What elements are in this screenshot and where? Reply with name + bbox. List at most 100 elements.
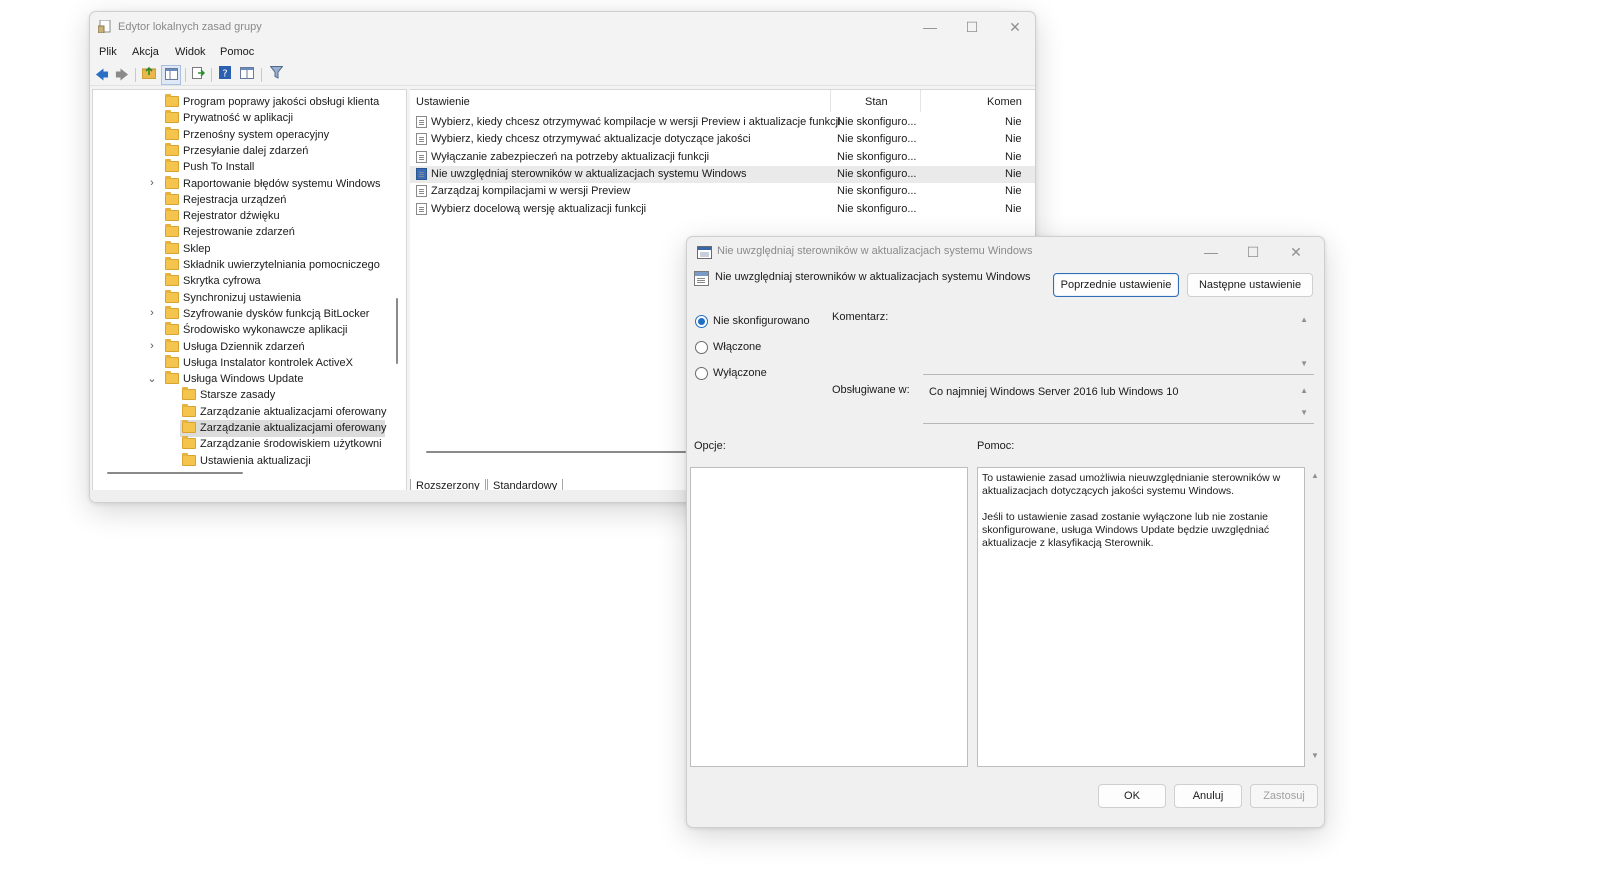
radio-dot[interactable] — [695, 341, 708, 354]
apply-button[interactable]: Zastosuj — [1250, 784, 1318, 808]
tree-item[interactable]: ⌄ Usługa Windows Update — [147, 371, 393, 388]
policy-row[interactable]: Nie uwzględniaj sterowników w aktualizac… — [410, 165, 1035, 183]
previous-setting-button[interactable]: Poprzednie ustawienie — [1053, 273, 1179, 297]
expand-chevron-icon[interactable]: › — [147, 177, 157, 189]
help-scroll-down-arrow-icon[interactable]: ▼ — [1311, 751, 1319, 760]
export-list-icon[interactable] — [188, 65, 208, 85]
close-button[interactable]: ✕ — [1000, 16, 1030, 38]
tree-item[interactable]: Zarządzanie aktualizacjami oferowany — [180, 403, 387, 421]
tree-item-label: Usługa Instalator kontrolek ActiveX — [183, 356, 353, 369]
folder-icon — [182, 403, 196, 417]
policy-name: Zarządzaj kompilacjami w wersji Preview — [431, 185, 631, 198]
menu-widok[interactable]: Widok — [175, 46, 206, 58]
tree-item[interactable]: Przesyłanie dalej zdarzeń — [163, 142, 393, 160]
policy-comment: Nie — [1005, 150, 1022, 163]
supported-on-field: Co najmniej Windows Server 2016 lub Wind… — [923, 380, 1314, 424]
tree-item[interactable]: Zarządzanie środowiskiem użytkowni — [180, 436, 385, 453]
menu-akcja[interactable]: Akcja — [132, 46, 159, 58]
tree-item[interactable]: Usługa Instalator kontrolek ActiveX — [163, 354, 393, 372]
policy-row[interactable]: Wyłączanie zabezpieczeń na potrzeby aktu… — [410, 149, 1035, 166]
policy-state: Nie skonfiguro... — [837, 185, 917, 198]
up-folder-icon[interactable] — [139, 65, 159, 85]
tree-item-label: Raportowanie błędów systemu Windows — [183, 177, 381, 190]
policy-row[interactable]: Zarządzaj kompilacjami w wersji Preview N… — [410, 183, 1035, 200]
list-horizontal-scrollbar[interactable] — [426, 451, 686, 453]
expand-chevron-icon[interactable]: ⌄ — [147, 372, 157, 385]
ok-button[interactable]: OK — [1098, 784, 1166, 808]
dialog-maximize-button[interactable]: ☐ — [1238, 241, 1268, 263]
tree-item[interactable]: Program poprawy jakości obsługi klienta — [163, 94, 393, 111]
policy-row[interactable]: Wybierz docelową wersję aktualizacji fun… — [410, 201, 1035, 218]
expand-chevron-icon[interactable]: › — [147, 340, 157, 352]
help-paragraph: Jeśli to ustawienie zasad zostanie wyłąc… — [982, 511, 1270, 549]
tree-item[interactable]: Skrytka cyfrowa — [163, 273, 393, 290]
tree-item[interactable]: Rejestracja urządzeń — [163, 191, 393, 209]
scroll-down-arrow-icon[interactable]: ▼ — [1300, 408, 1308, 417]
tree-item[interactable]: Ustawienia aktualizacji — [180, 452, 385, 470]
tree-pane[interactable]: Program poprawy jakości obsługi klienta P… — [92, 89, 407, 491]
tree-item[interactable]: Środowisko wykonawcze aplikacji — [163, 322, 393, 339]
tree-item[interactable]: Zarządzanie aktualizacjami oferowany — [180, 420, 386, 437]
back-arrow-icon[interactable]: 🡄 — [92, 65, 112, 85]
help-panel: To ustawienie zasad umożliwia nieuwzględ… — [977, 467, 1305, 767]
dialog-close-button[interactable]: ✕ — [1281, 241, 1311, 263]
dialog-title-bar[interactable]: Nie uwzględniaj sterowników w aktualizac… — [687, 237, 1324, 267]
comment-field[interactable]: ▲ ▼ — [923, 309, 1314, 375]
scroll-down-arrow-icon[interactable]: ▼ — [1300, 359, 1308, 368]
tree-item[interactable]: Składnik uwierzytelniania pomocniczego — [163, 257, 393, 274]
policy-setting-icon — [416, 167, 427, 180]
policy-setting-dialog: Nie uwzględniaj sterowników w aktualizac… — [686, 236, 1325, 828]
tree-item[interactable]: › Usługa Dziennik zdarzeń — [150, 338, 393, 356]
folder-icon — [165, 257, 179, 270]
tree-item-label: Zarządzanie aktualizacjami oferowany — [200, 405, 387, 418]
dialog-minimize-button[interactable]: — — [1196, 241, 1226, 263]
tree-item[interactable]: Rejestrowanie zdarzeń — [163, 224, 393, 241]
policy-name: Wybierz docelową wersję aktualizacji fun… — [431, 202, 647, 215]
tree-item[interactable]: › Raportowanie błędów systemu Windows — [150, 175, 393, 193]
tree-item-label: Przenośny system operacyjny — [183, 128, 330, 141]
help-icon[interactable]: ? — [215, 65, 235, 85]
help-scroll-up-arrow-icon[interactable]: ▲ — [1311, 471, 1319, 480]
tree-vertical-scrollbar[interactable] — [396, 298, 398, 364]
tree-item[interactable]: Prywatność w aplikacji — [163, 110, 393, 127]
folder-icon — [165, 371, 179, 385]
filter-icon[interactable] — [266, 65, 286, 85]
tree-item-label: Prywatność w aplikacji — [183, 112, 294, 125]
tree-item[interactable]: Sklep — [163, 240, 393, 258]
policy-state: Nie skonfiguro... — [837, 150, 917, 163]
radio-dot[interactable] — [695, 315, 708, 328]
maximize-button[interactable]: ☐ — [957, 16, 987, 38]
tree-item[interactable]: Rejestrator dźwięku — [163, 208, 393, 225]
tree-item[interactable]: Starsze zasady — [180, 387, 385, 404]
column-header-comment[interactable]: Komen — [987, 96, 1022, 108]
scroll-up-arrow-icon[interactable]: ▲ — [1300, 315, 1308, 324]
radio-label: Włączone — [713, 341, 762, 353]
folder-icon — [165, 159, 179, 173]
supported-on-value: Co najmniej Windows Server 2016 lub Wind… — [929, 386, 1179, 398]
policy-setting-icon — [416, 185, 427, 198]
scroll-up-arrow-icon[interactable]: ▲ — [1300, 386, 1308, 395]
tree-item[interactable]: Push To Install — [163, 159, 393, 176]
policy-row[interactable]: Wybierz, kiedy chcesz otrzymywać kompila… — [410, 114, 1035, 131]
forward-arrow-icon[interactable]: 🡆 — [112, 65, 132, 85]
cancel-button[interactable]: Anuluj — [1174, 784, 1242, 808]
title-bar[interactable]: Edytor lokalnych zasad grupy — ☐ ✕ — [90, 12, 1035, 42]
options-panel — [690, 467, 968, 767]
show-hide-tree-icon[interactable] — [161, 65, 181, 85]
menu-plik[interactable]: Plik — [99, 46, 117, 58]
tree-item[interactable]: Synchronizuj ustawienia — [163, 289, 393, 307]
column-header-setting[interactable]: Ustawienie — [416, 96, 470, 108]
tree-item[interactable]: Przenośny system operacyjny — [163, 126, 393, 144]
next-setting-button[interactable]: Następne ustawienie — [1187, 273, 1313, 297]
expand-chevron-icon[interactable]: › — [147, 307, 157, 319]
policy-row[interactable]: Wybierz, kiedy chcesz otrzymywać aktuali… — [410, 131, 1035, 148]
tree-item[interactable]: › Szyfrowanie dysków funkcją BitLocker — [150, 305, 393, 323]
properties-pane-icon[interactable] — [237, 65, 257, 85]
column-header-state[interactable]: Stan — [865, 96, 888, 108]
menu-pomoc[interactable]: Pomoc — [220, 46, 254, 58]
minimize-button[interactable]: — — [915, 16, 945, 38]
tree-item-label: Usługa Dziennik zdarzeń — [183, 340, 305, 353]
tree-item-label: Skrytka cyfrowa — [183, 275, 261, 288]
tree-horizontal-scrollbar[interactable] — [107, 472, 243, 474]
radio-dot[interactable] — [695, 367, 708, 380]
